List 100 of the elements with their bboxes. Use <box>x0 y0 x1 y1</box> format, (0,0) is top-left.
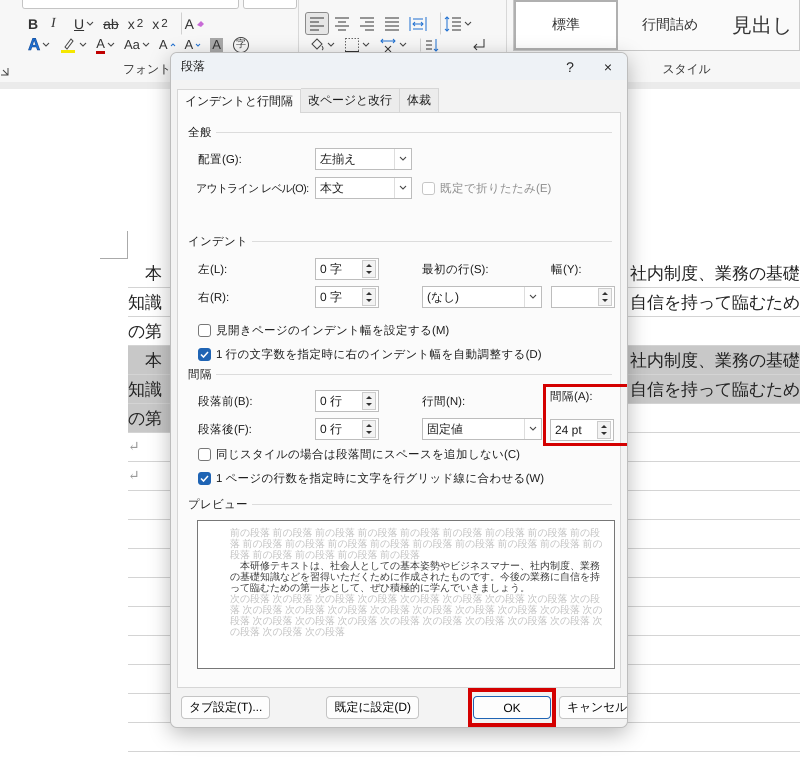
align-right-icon <box>359 16 375 30</box>
preview-sample-paragraph: 本研修テキストは、社会人としての基本姿勢やビジネスマナー、社内制度、業務の基礎知識などを習得いただくために作成されたものです。今後の業務に自信を持って臨むための第一歩として、ぜひ積極的に学んでいきましょう。 <box>230 561 601 594</box>
field-label: アウトライン レベル(O): <box>196 182 309 196</box>
preview-next-paragraph: 次の段落 次の段落 次の段落 次の段落 次の段落 次の段落 次の段落 次の段落 次の段落 次の段落 次の段落 次の段落 次の段落 次の段落 次の段落 次の段落 次の段落 次の段落 次の段落 次の段落 次の段落 次の段落 次の段落 次の段落 次の段落 次の段落 次の段落 次の段落 次の段落 <box>230 594 604 638</box>
preview-previous-paragraph: 前の段落 前の段落 前の段落 前の段落 前の段落 前の段落 前の段落 前の段落 前の段落 前の段落 前の段落 前の段落 前の段落 前の段落 前の段落 前の段落 前の段落 前の段落 前の段落 前の段落 前の段落 前の段落 <box>230 528 604 561</box>
bold-button[interactable]: B <box>24 12 46 35</box>
spinner-arrows-icon <box>598 288 612 306</box>
field-label: 左(L): <box>198 262 228 276</box>
clear-formatting-button[interactable]: A <box>180 12 210 35</box>
tab[interactable]: 体裁 <box>400 88 439 112</box>
caret-icon <box>399 184 407 192</box>
tab[interactable]: 改ページと改行 <box>301 88 400 112</box>
checkbox-label: 同じスタイルの場合は段落間にスペースを追加しない(C) <box>216 448 520 462</box>
justify-icon <box>384 16 400 30</box>
caret-icon <box>464 20 472 28</box>
caret-icon <box>86 20 94 28</box>
document-text: 社内制度、業務の基礎 <box>629 262 800 284</box>
caret-icon <box>362 41 370 49</box>
caret-icon <box>399 41 407 49</box>
style-item[interactable]: 行間詰め <box>618 0 722 50</box>
text-effect-button[interactable]: A <box>24 38 54 52</box>
field-label: 最初の行(S): <box>422 262 490 276</box>
caret-icon <box>327 41 335 49</box>
dropdown-field[interactable]: 左揃え <box>315 148 412 170</box>
change-case-button[interactable]: Aa <box>120 38 154 52</box>
style-item[interactable]: 標準 <box>514 0 618 50</box>
close-button[interactable]: × <box>589 53 627 80</box>
section-heading: インデント <box>188 234 248 248</box>
spinner-arrows-icon <box>362 392 376 410</box>
section-heading: 間隔 <box>188 368 212 382</box>
document-text: 自信を持って臨むため <box>629 292 800 314</box>
checkbox-label: 既定で折りたたみ(E) <box>440 182 552 196</box>
spinner-arrows-icon <box>362 260 376 278</box>
checkbox[interactable] <box>198 348 211 360</box>
caret-icon <box>142 41 150 49</box>
caret-icon <box>399 155 407 163</box>
document-text: 知識 <box>128 292 162 314</box>
font-color-button[interactable]: A <box>92 38 119 52</box>
return-arrow-icon <box>471 37 487 53</box>
document-text: の第 <box>128 408 162 430</box>
section-heading: プレビュー <box>188 497 248 512</box>
italic-button[interactable]: I <box>47 12 69 35</box>
caret-up-icon <box>170 42 176 48</box>
spinner-arrows-icon <box>362 420 376 438</box>
dialog-button[interactable]: 既定に設定(D) <box>326 696 419 719</box>
checkbox-label: 1 ページの行数を指定時に文字を行グリッド線に合わせる(W) <box>216 471 544 486</box>
dialog-button[interactable]: OK <box>473 696 551 719</box>
dropdown-field[interactable]: 固定値 <box>422 418 542 440</box>
paragraph-mark: ↵ <box>128 438 140 456</box>
page-corner-mark <box>100 231 128 259</box>
checkbox[interactable] <box>198 448 211 460</box>
field-label: 幅(Y): <box>551 262 583 276</box>
dialog-button[interactable]: タブ設定(T)... <box>181 696 270 719</box>
field-label: 右(R): <box>198 290 230 304</box>
align-center-icon <box>334 16 350 30</box>
dropdown-field[interactable]: (なし) <box>422 286 542 308</box>
spin-field[interactable]: 24 pt <box>550 419 614 441</box>
document-text: 知識 <box>128 378 162 400</box>
spinner-arrows-icon <box>597 421 611 439</box>
align-left-icon <box>309 16 325 30</box>
document-text: 本 <box>144 350 162 372</box>
field-label: 間隔(A): <box>550 390 594 404</box>
document-text: 社内制度、業務の基礎 <box>628 346 800 374</box>
distribute-icon <box>409 16 427 32</box>
shrink-font-button[interactable]: A <box>180 38 206 52</box>
field-label: 段落後(F): <box>198 422 253 436</box>
caret-icon <box>42 41 50 49</box>
caret-icon <box>106 41 115 49</box>
spin-field[interactable]: 0 字 <box>315 258 379 280</box>
eraser-icon <box>196 19 206 28</box>
document-text: 本 <box>144 262 162 284</box>
checkbox-label: 1 行の文字数を指定時に右のインデント幅を自動調整する(D) <box>216 347 542 362</box>
checkbox[interactable] <box>198 324 211 336</box>
spin-field[interactable]: 0 行 <box>315 418 379 440</box>
strikethrough-button[interactable]: ab <box>99 12 123 35</box>
sort-icon <box>424 37 440 53</box>
spin-field[interactable] <box>551 286 615 308</box>
caret-icon <box>529 425 537 433</box>
spin-field[interactable]: 0 字 <box>315 286 379 308</box>
dialog-launcher-icon[interactable] <box>0 67 9 76</box>
font-name-field[interactable] <box>22 0 239 9</box>
line-spacing-icon <box>444 16 462 32</box>
tab[interactable]: インデントと行間隔 <box>177 89 301 113</box>
style-item[interactable]: 見出し <box>722 0 794 50</box>
spin-field[interactable]: 0 行 <box>315 390 379 412</box>
highlighter-icon <box>59 36 78 54</box>
underline-button[interactable]: U <box>70 12 98 35</box>
font-size-field[interactable] <box>243 0 297 9</box>
paint-bucket-icon <box>309 37 325 53</box>
caret-down-icon <box>195 42 202 48</box>
grow-font-button[interactable]: A <box>154 38 180 52</box>
group-label: フォント <box>123 61 171 78</box>
checkbox[interactable] <box>198 472 211 484</box>
field-label: 行間(N): <box>422 394 466 408</box>
help-button[interactable]: ? <box>551 53 589 80</box>
spinner-arrows-icon <box>362 288 376 306</box>
alignment-button[interactable] <box>305 12 329 35</box>
paragraph-mark: ↵ <box>128 468 140 484</box>
dropdown-field[interactable]: 本文 <box>315 177 412 199</box>
dialog-button[interactable]: キャンセル <box>559 696 627 719</box>
